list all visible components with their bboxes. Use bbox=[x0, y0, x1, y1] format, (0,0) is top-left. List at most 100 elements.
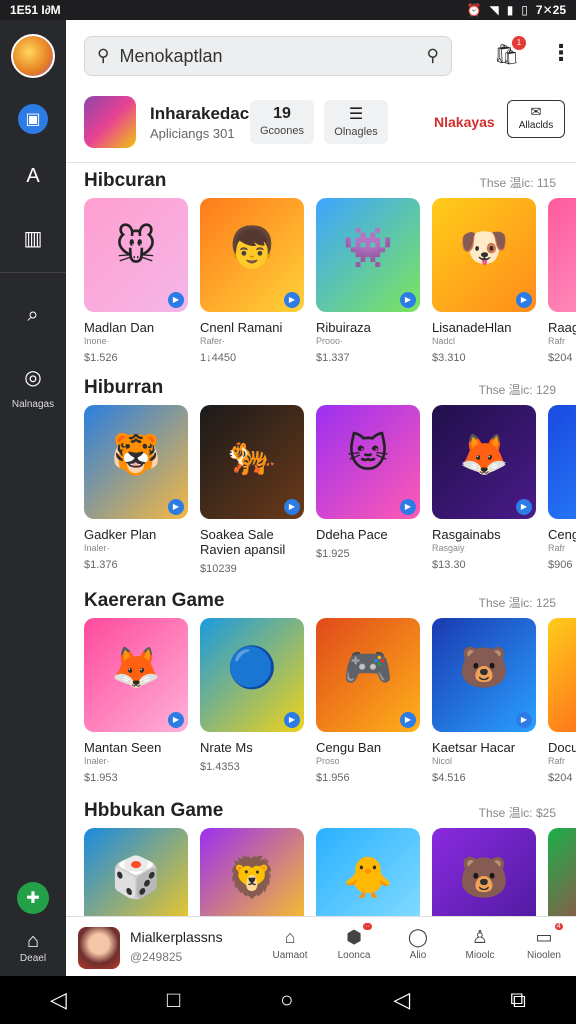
home-circle-icon[interactable]: ○ bbox=[280, 987, 293, 1013]
game-card[interactable]: 🐅 ▶ Soakea Sale Ravien apansil $10239 bbox=[200, 405, 304, 575]
bottom-nav-item[interactable]: ⌂ Uamaot bbox=[262, 927, 318, 961]
app-avatar[interactable] bbox=[11, 34, 55, 78]
game-card[interactable]: 🐻 ▶ Kaetsar Hacar Nicol $4.516 bbox=[432, 618, 536, 784]
game-thumbnail[interactable]: 🐶 ▶ bbox=[432, 198, 536, 312]
game-price: $204 bbox=[548, 352, 573, 364]
game-card[interactable]: 🐭 ▶ Madlan Dan Inone· $1.526 bbox=[84, 198, 188, 364]
back-icon[interactable]: ◁ bbox=[50, 987, 67, 1013]
game-thumbnail[interactable]: 🐱 ▶ bbox=[316, 405, 420, 519]
search-bar[interactable]: ⚲ ⚲ bbox=[84, 36, 452, 76]
game-thumbnail[interactable]: 👾 ▶ bbox=[316, 198, 420, 312]
game-thumbnail[interactable]: 🔺 ▶ bbox=[548, 618, 576, 732]
game-card[interactable]: 🎯 bbox=[548, 828, 576, 916]
game-card[interactable]: 🐱 ▶ Ddeha Pace $1.925 bbox=[316, 405, 420, 575]
card-row: 🐭 ▶ Madlan Dan Inone· $1.526 👦 ▶ Cnenl R… bbox=[84, 198, 576, 364]
game-title: Nrate Ms bbox=[200, 740, 253, 755]
play-icon[interactable]: ▶ bbox=[284, 712, 300, 728]
search-icon[interactable]: ⌕ bbox=[13, 295, 53, 335]
game-card[interactable]: 👾 ▶ Ribuiraza Prooo· $1.337 bbox=[316, 198, 420, 364]
bottom-nav-item[interactable]: ▭ 4 Nioolen bbox=[516, 923, 572, 961]
play-icon[interactable]: ▶ bbox=[516, 712, 532, 728]
game-card[interactable]: 🎲 bbox=[84, 828, 188, 916]
profile-avatar[interactable] bbox=[78, 927, 120, 969]
wallet-icon[interactable]: ▣ bbox=[18, 104, 48, 134]
play-icon[interactable]: ▶ bbox=[516, 292, 532, 308]
play-icon[interactable]: ▶ bbox=[400, 292, 416, 308]
search-icon: ⚲ bbox=[97, 46, 110, 65]
game-card[interactable]: 🐭 ▶ Raag Rafr $204 bbox=[548, 198, 576, 364]
back-alt-icon[interactable]: ◁ bbox=[393, 987, 410, 1013]
game-thumbnail[interactable]: 🎲 bbox=[84, 828, 188, 916]
bottom-nav-item[interactable]: ⬢ ·· Loonca bbox=[326, 923, 382, 961]
game-thumbnail[interactable]: 🐅 ▶ bbox=[200, 405, 304, 519]
recents-icon[interactable]: □ bbox=[167, 987, 180, 1013]
play-icon[interactable]: ▶ bbox=[168, 292, 184, 308]
game-thumbnail[interactable]: 🐭 ▶ bbox=[548, 198, 576, 312]
stat-box-2[interactable]: ☰ Olnagles bbox=[324, 100, 388, 144]
play-icon[interactable]: ▶ bbox=[284, 499, 300, 515]
bottom-nav-item[interactable]: ◯ Alio bbox=[390, 927, 446, 961]
game-card[interactable]: 🦊 ▶ Rasgainabs Rasgaiy $13.30 bbox=[432, 405, 536, 575]
section-see-all[interactable]: Thse 温ic: $25 bbox=[479, 804, 556, 821]
nav-label: Nioolen bbox=[527, 950, 561, 961]
game-card[interactable]: 🐶 ▶ LisanadeHlan Nadcl $3.310 bbox=[432, 198, 536, 364]
chart-icon[interactable]: ▥ bbox=[13, 218, 53, 258]
nav-label: Loonca bbox=[337, 950, 371, 961]
location-icon[interactable]: ◎ bbox=[13, 357, 53, 397]
play-icon[interactable]: ▶ bbox=[516, 499, 532, 515]
section-see-all[interactable]: Thse 温ic: 125 bbox=[479, 594, 556, 611]
game-thumbnail[interactable]: 🦊 ▶ bbox=[84, 618, 188, 732]
play-icon[interactable]: ▶ bbox=[168, 499, 184, 515]
play-icon[interactable]: ▶ bbox=[400, 499, 416, 515]
game-thumbnail[interactable]: 🐥 bbox=[316, 828, 420, 916]
store-icon[interactable]: A bbox=[13, 156, 53, 196]
game-subtitle: Proso bbox=[316, 756, 340, 766]
game-thumbnail[interactable]: 👦 ▶ bbox=[200, 198, 304, 312]
sidebar: ▣ A ▥ ⌕ ◎ Nalnagas ✚ ⌂ Deael bbox=[0, 20, 66, 976]
game-thumbnail[interactable]: 🦊 ▶ bbox=[432, 405, 536, 519]
search-input[interactable] bbox=[119, 45, 427, 67]
game-thumbnail[interactable]: 🎯 bbox=[548, 828, 576, 916]
game-thumbnail[interactable]: 🐻 ▶ bbox=[432, 618, 536, 732]
play-icon[interactable]: ▶ bbox=[168, 712, 184, 728]
game-card[interactable]: 🦁 bbox=[200, 828, 304, 916]
game-thumbnail[interactable]: 🐭 ▶ bbox=[84, 198, 188, 312]
search-submit-icon[interactable]: ⚲ bbox=[427, 46, 439, 66]
cart-button[interactable]: 🛍 1 bbox=[494, 36, 526, 68]
game-thumbnail[interactable]: 🐯 ▶ bbox=[84, 405, 188, 519]
game-thumbnail[interactable]: 🦁 bbox=[200, 828, 304, 916]
game-card[interactable]: 🦊 ▶ Mantan Seen Inaler· $1.953 bbox=[84, 618, 188, 784]
section-see-all[interactable]: Thse 温ic: 115 bbox=[480, 174, 556, 191]
wifi-icon: ◥ bbox=[489, 3, 499, 17]
game-card[interactable]: 👦 ▶ Cnenl Ramani Rafer· 1↓4450 bbox=[200, 198, 304, 364]
game-card[interactable]: 🔺 ▶ Docu Rafr $204 bbox=[548, 618, 576, 784]
game-card[interactable]: 🐸 ▶ Ceng Rafr $906 bbox=[548, 405, 576, 575]
system-nav-bar: ◁ □ ○ ◁ ⧉ bbox=[0, 976, 576, 1024]
play-icon[interactable]: ▶ bbox=[284, 292, 300, 308]
game-card[interactable]: 🔵 ▶ Nrate Ms $1.4353 bbox=[200, 618, 304, 784]
game-price: $1.956 bbox=[316, 772, 350, 784]
stat-box-1[interactable]: 19 Gcoones bbox=[250, 100, 314, 144]
game-card[interactable]: 🐯 ▶ Gadker Plan Inaler· $1.376 bbox=[84, 405, 188, 575]
game-thumbnail[interactable]: 🐻 bbox=[432, 828, 536, 916]
sidebar-home[interactable]: ⌂ Deael bbox=[0, 930, 66, 964]
game-price: $3.310 bbox=[432, 352, 466, 364]
app-icon[interactable] bbox=[84, 96, 136, 148]
more-options-icon[interactable]: ⋮ bbox=[550, 40, 572, 66]
game-card[interactable]: 🐻 bbox=[432, 828, 536, 916]
game-card[interactable]: 🎮 ▶ Cengu Ban Proso $1.956 bbox=[316, 618, 420, 784]
menu-icon[interactable]: ⧉ bbox=[510, 987, 526, 1013]
add-icon[interactable]: ✚ bbox=[17, 882, 49, 914]
header-link[interactable]: Nlakayas bbox=[434, 114, 495, 130]
bottom-nav-item[interactable]: ♙ Mioolc bbox=[452, 927, 508, 961]
header-action-button[interactable]: ✉ Allaclds bbox=[507, 100, 565, 138]
game-card[interactable]: 🐥 bbox=[316, 828, 420, 916]
game-thumbnail[interactable]: 🔵 ▶ bbox=[200, 618, 304, 732]
game-art-icon: 👾 bbox=[343, 226, 393, 270]
play-icon[interactable]: ▶ bbox=[400, 712, 416, 728]
game-section: Hbbukan Game Thse 温ic: $25 🎲 🦁 🐥 🐻 bbox=[84, 800, 576, 916]
game-price: $1.925 bbox=[316, 548, 350, 560]
game-thumbnail[interactable]: 🐸 ▶ bbox=[548, 405, 576, 519]
section-see-all[interactable]: Thse 温ic: 129 bbox=[479, 381, 556, 398]
game-thumbnail[interactable]: 🎮 ▶ bbox=[316, 618, 420, 732]
